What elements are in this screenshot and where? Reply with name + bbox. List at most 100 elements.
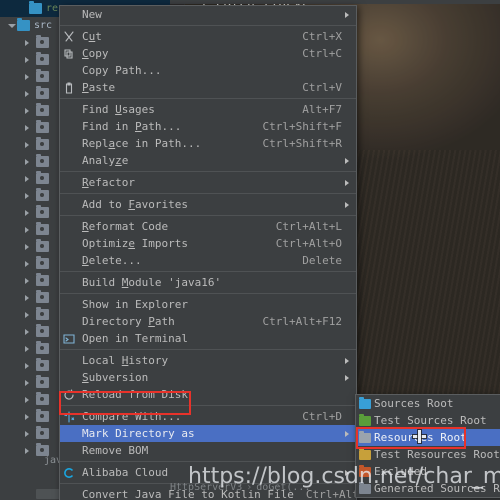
tree-toggle-package[interactable] xyxy=(21,221,32,238)
terminal-icon xyxy=(63,333,75,344)
tree-toggle-package[interactable] xyxy=(21,153,32,170)
tree-toggle-package[interactable] xyxy=(21,289,32,306)
clipboard-icon xyxy=(65,81,73,94)
editor-tab-strip[interactable] xyxy=(170,0,500,4)
menu-item-show-in-explorer[interactable]: Show in Explorer xyxy=(60,296,356,313)
menu-item-label: Mark Directory as xyxy=(82,427,195,440)
folder-resources-icon xyxy=(356,430,374,443)
submenu-item-resources-root[interactable]: Resources Root xyxy=(356,429,500,446)
tree-toggle-package[interactable] xyxy=(21,272,32,289)
menu-item-replace-in-path[interactable]: Replace in Path... Ctrl+Shift+R xyxy=(60,135,356,152)
submenu-item-label: Sources Root xyxy=(374,397,454,410)
menu-item-add-to-favorites[interactable]: Add to Favorites xyxy=(60,196,356,213)
menu-item-label: Subversion xyxy=(82,371,149,384)
package-folder-icon xyxy=(36,239,49,252)
mouse-cursor-crosshair xyxy=(413,430,426,443)
tree-toggle-package[interactable] xyxy=(21,306,32,323)
tree-toggle-package[interactable] xyxy=(21,442,32,459)
tree-toggle-package[interactable] xyxy=(21,136,32,153)
mnemonic-char: S xyxy=(82,371,89,384)
menu-item-reload-from-disk[interactable]: Reload from Disk xyxy=(60,386,356,403)
folder-sources-icon xyxy=(356,396,374,409)
menu-item-icon-slot xyxy=(60,152,78,169)
menu-item-optimize-imports[interactable]: Optimize Imports Ctrl+Alt+O xyxy=(60,235,356,252)
compare-icon xyxy=(64,410,75,423)
tree-toggle-package[interactable] xyxy=(21,391,32,408)
menu-separator xyxy=(60,349,356,350)
tree-toggle-package[interactable] xyxy=(21,85,32,102)
menu-item-shortcut: Ctrl+Alt+L xyxy=(275,220,342,233)
menu-item-icon-slot xyxy=(60,101,78,118)
menu-item-delete[interactable]: Delete... Delete xyxy=(60,252,356,269)
menu-separator xyxy=(60,215,356,216)
menu-item-remove-bom[interactable]: Remove BOM xyxy=(60,442,356,459)
tree-toggle-package[interactable] xyxy=(21,255,32,272)
tree-toggle-package[interactable] xyxy=(21,170,32,187)
folder-test-resources-icon xyxy=(356,447,374,460)
menu-item-copy[interactable]: Copy Ctrl+C xyxy=(60,45,356,62)
menu-item-paste[interactable]: Paste Ctrl+V xyxy=(60,79,356,96)
menu-item-label: Find in Path... xyxy=(82,120,182,133)
submenu-item-test-resources-root[interactable]: Test Resources Root xyxy=(356,446,500,463)
menu-item-reformat-code[interactable]: Reformat Code Ctrl+Alt+L xyxy=(60,218,356,235)
menu-item-copy-path[interactable]: Copy Path... xyxy=(60,62,356,79)
tree-toggle-package[interactable] xyxy=(21,68,32,85)
tree-toggle-package[interactable] xyxy=(21,51,32,68)
menu-item-build-module-java16[interactable]: Build Module 'java16' xyxy=(60,274,356,291)
chevron-right-icon xyxy=(342,11,352,18)
context-menu[interactable]: New Cut Ctrl+X Copy Ctrl+C Copy Path... Paste C… xyxy=(59,5,412,500)
menu-item-icon-slot xyxy=(60,218,78,235)
tree-toggle-package[interactable] xyxy=(21,425,32,442)
mnemonic-char: H xyxy=(121,354,129,367)
menu-item-label: Local History xyxy=(82,354,169,367)
tree-toggle-package[interactable] xyxy=(21,187,32,204)
menu-item-directory-path[interactable]: Directory Path Ctrl+Alt+F12 xyxy=(60,313,356,330)
menu-item-label: Add to Favorites xyxy=(82,198,188,211)
menu-item-label: Copy xyxy=(82,47,109,60)
tree-toggle[interactable] xyxy=(18,0,29,17)
menu-item-icon-slot xyxy=(60,442,78,459)
tree-toggle-package[interactable] xyxy=(21,102,32,119)
tree-toggle-package[interactable] xyxy=(21,357,32,374)
submenu-item-label: Test Resources Root xyxy=(374,448,500,461)
tree-toggle-package[interactable] xyxy=(21,238,32,255)
scissors-icon xyxy=(60,28,78,45)
menu-item-find-usages[interactable]: Find Usages Alt+F7 xyxy=(60,101,356,118)
tree-toggle-package[interactable] xyxy=(21,408,32,425)
tree-toggle-package[interactable] xyxy=(21,340,32,357)
menu-item-shortcut: Ctrl+Shift+F xyxy=(262,120,342,133)
refresh-icon xyxy=(60,386,78,403)
refresh-icon xyxy=(64,388,74,400)
menu-item-label: Copy Path... xyxy=(82,64,162,77)
folder-icon xyxy=(17,18,30,31)
mnemonic-char: D xyxy=(82,254,89,267)
menu-item-cut[interactable]: Cut Ctrl+X xyxy=(60,28,356,45)
menu-item-label: Refactor xyxy=(82,176,135,189)
mnemonic-char: e xyxy=(128,237,135,250)
menu-item-mark-directory-as[interactable]: Mark Directory as xyxy=(60,425,356,442)
tree-toggle-package[interactable] xyxy=(21,204,32,221)
package-folder-icon xyxy=(36,35,49,48)
package-folder-icon xyxy=(36,341,49,354)
tree-toggle-src[interactable] xyxy=(6,17,17,34)
menu-item-analyze[interactable]: Analyze xyxy=(60,152,356,169)
tree-toggle-package[interactable] xyxy=(21,119,32,136)
tree-toggle-package[interactable] xyxy=(21,323,32,340)
clipboard-icon xyxy=(60,79,78,96)
menu-item-subversion[interactable]: Subversion xyxy=(60,369,356,386)
menu-item-find-in-path[interactable]: Find in Path... Ctrl+Shift+F xyxy=(60,118,356,135)
menu-item-icon-slot xyxy=(60,274,78,291)
menu-item-refactor[interactable]: Refactor xyxy=(60,174,356,191)
submenu-item-sources-root[interactable]: Sources Root xyxy=(356,395,500,412)
tree-toggle-package[interactable] xyxy=(21,34,32,51)
submenu-item-test-sources-root[interactable]: Test Sources Root xyxy=(356,412,500,429)
menu-item-local-history[interactable]: Local History xyxy=(60,352,356,369)
menu-item-new[interactable]: New xyxy=(60,6,356,23)
menu-item-compare-with[interactable]: Compare With... Ctrl+D xyxy=(60,408,356,425)
menu-item-label: Directory Path xyxy=(82,315,175,328)
menu-item-open-in-terminal[interactable]: Open in Terminal xyxy=(60,330,356,347)
folder-test-sources-icon xyxy=(356,413,374,426)
menu-item-shortcut: Ctrl+C xyxy=(302,47,342,60)
package-folder-icon xyxy=(36,324,49,337)
tree-toggle-package[interactable] xyxy=(21,374,32,391)
